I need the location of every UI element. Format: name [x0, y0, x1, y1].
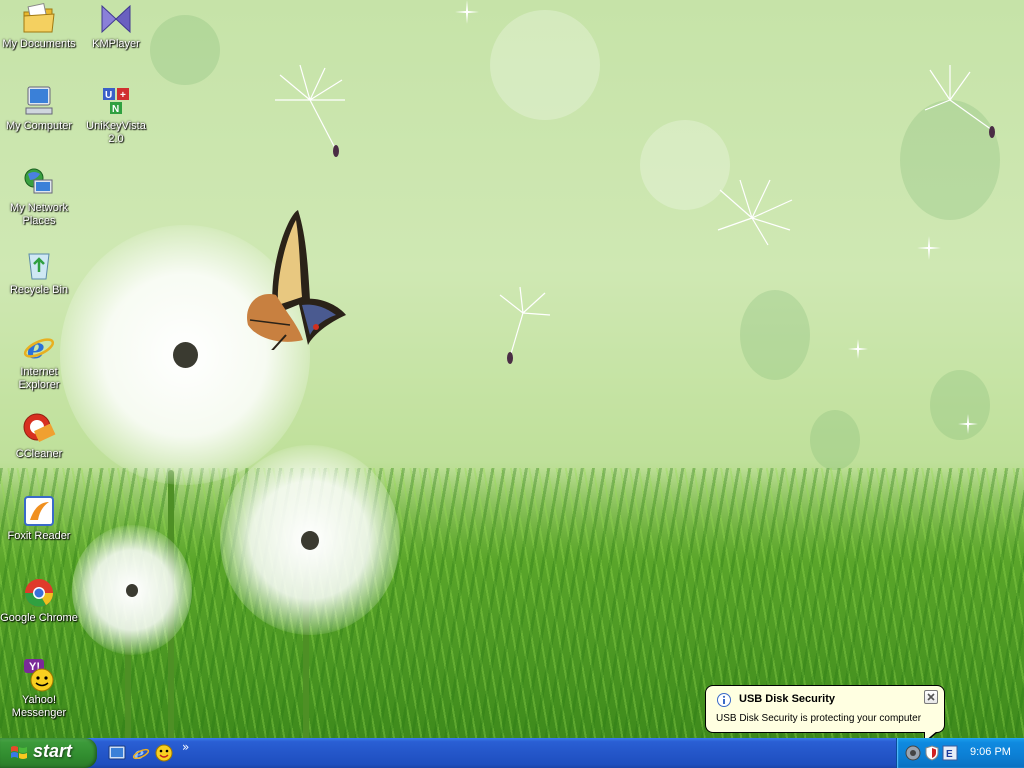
usb-disk-security-notification[interactable]: USB Disk Security USB Disk Security is p… [705, 685, 945, 744]
desktop-wallpaper: My Documents KMPlayer My Computer U + N … [0, 0, 1024, 738]
wallpaper-bokeh [740, 290, 810, 380]
start-label: start [33, 741, 73, 761]
svg-text:N: N [112, 104, 119, 115]
info-icon [717, 693, 731, 707]
dandelion-seed [499, 286, 551, 364]
recycle-bin-icon [28, 253, 50, 280]
desktop-icon-label: My Computer [5, 120, 73, 132]
notification-title: USB Disk Security [739, 693, 835, 705]
wallpaper-bokeh [810, 410, 860, 470]
desktop-icon-label: CCleaner [15, 448, 63, 460]
yahoo-messenger-icon[interactable] [155, 744, 173, 762]
clock[interactable]: 9:06 PM [970, 746, 1011, 758]
desktop-icon-label: Google Chrome [0, 612, 78, 624]
chrome-icon [25, 579, 53, 607]
sparkle [958, 414, 978, 434]
desktop-icon-recycle-bin[interactable]: Recycle Bin [0, 248, 78, 297]
desktop-icon-label: Yahoo! Messenger [11, 694, 67, 719]
desktop-icon-unikey[interactable]: U + N UniKeyVista 2.0 [77, 84, 155, 146]
svg-text:+: + [120, 90, 126, 101]
desktop-icon-label: My Documents [2, 38, 76, 50]
desktop-icon-my-computer[interactable]: My Computer [0, 84, 78, 133]
kmplayer-icon [101, 4, 131, 34]
foxit-reader-icon [24, 496, 54, 526]
desktop-icon-label: Internet Explorer [18, 366, 60, 391]
start-button[interactable]: start [0, 738, 97, 768]
taskbar: start e » E 9:06 PM [0, 738, 1024, 768]
close-icon[interactable] [924, 690, 938, 704]
desktop-icon-label: UniKeyVista 2.0 [86, 120, 146, 145]
dandelion-seed [275, 64, 345, 157]
desktop-icon-internet-explorer[interactable]: e Internet Explorer [0, 330, 78, 392]
speaker-icon[interactable] [905, 745, 921, 761]
dandelion-seed [924, 65, 995, 138]
desktop-icon-label: Recycle Bin [9, 284, 69, 296]
quick-launch-more[interactable]: » [182, 740, 189, 754]
desktop-icon-google-chrome[interactable]: Google Chrome [0, 576, 78, 625]
ccleaner-icon [23, 413, 56, 442]
internet-explorer-icon[interactable]: e [132, 744, 150, 762]
dandelion-flower [220, 445, 400, 635]
dandelion-seed [717, 179, 793, 246]
desktop-icon-foxit-reader[interactable]: Foxit Reader [0, 494, 78, 543]
dandelion-flower [72, 525, 192, 655]
unikey-tray-icon[interactable]: E [942, 745, 958, 761]
desktop-icon-my-network-places[interactable]: My Network Places [0, 166, 78, 228]
desktop-icon-label: My Network Places [9, 202, 69, 227]
sparkle [848, 339, 868, 359]
wallpaper-bokeh [150, 15, 220, 85]
wallpaper-bokeh [490, 10, 600, 120]
windows-logo-icon [11, 746, 27, 759]
yahoo-messenger-icon: Y! [24, 659, 54, 692]
computer-icon [25, 86, 53, 115]
desktop-icon-label: Foxit Reader [7, 530, 71, 542]
unikey-icon: U + N [103, 88, 129, 115]
show-desktop-icon[interactable] [108, 744, 126, 762]
svg-text:U: U [105, 90, 112, 101]
internet-explorer-icon: e [23, 332, 55, 364]
network-icon [24, 168, 53, 194]
desktop-icon-yahoo-messenger[interactable]: Y! Yahoo! Messenger [0, 658, 78, 720]
usb-disk-security-icon[interactable] [924, 745, 940, 761]
sparkle [455, 0, 479, 24]
desktop-icon-my-documents[interactable]: My Documents [0, 2, 78, 51]
svg-text:E: E [946, 749, 953, 760]
desktop-icon-ccleaner[interactable]: CCleaner [0, 412, 78, 461]
butterfly [247, 210, 346, 350]
folder-documents-icon [23, 2, 55, 33]
desktop-icon-label: KMPlayer [92, 38, 140, 50]
notification-message: USB Disk Security is protecting your com… [716, 713, 922, 724]
sparkle [917, 236, 941, 260]
desktop-icon-kmplayer[interactable]: KMPlayer [77, 2, 155, 51]
